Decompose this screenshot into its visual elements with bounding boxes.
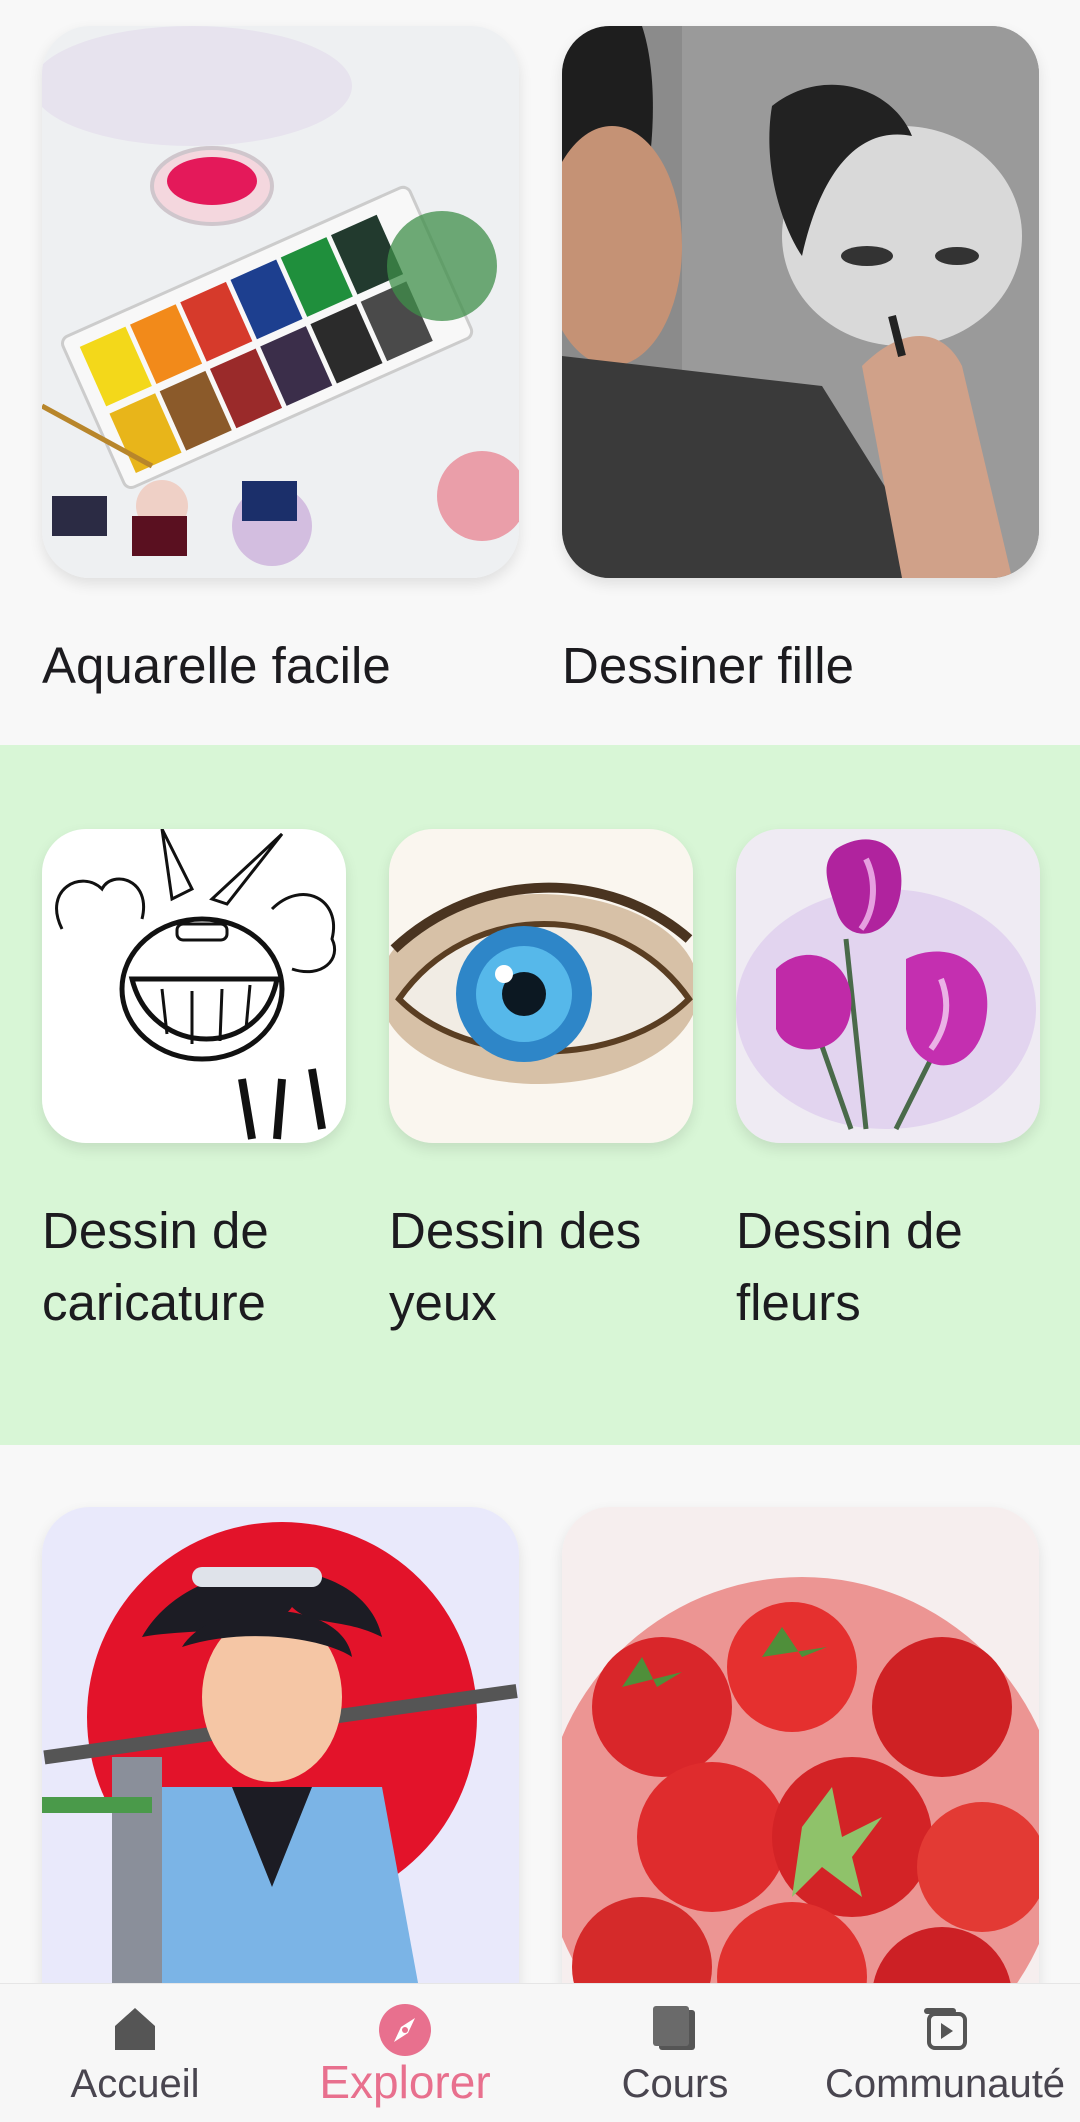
compass-icon [377, 2002, 433, 2063]
eye-card-image[interactable] [389, 829, 693, 1143]
video-icon [919, 2002, 971, 2059]
card-label-caricature-line2: caricature [42, 1274, 266, 1331]
portrait-card-image[interactable] [562, 26, 1039, 578]
nav-item-courses[interactable]: Cours [540, 1984, 810, 2122]
nav-label-home: Accueil [70, 2062, 200, 2106]
card-label-flowers[interactable]: Dessin de fleurs [736, 1195, 963, 1339]
home-icon [109, 2002, 161, 2059]
card-label-eyes-line2: yeux [389, 1274, 497, 1331]
card-label-watercolor[interactable]: Aquarelle facile [42, 630, 391, 702]
nav-item-home[interactable]: Accueil [0, 1984, 270, 2122]
nav-label-explore: Explorer [319, 2056, 491, 2108]
nav-label-courses: Cours [621, 2062, 729, 2106]
flowers-card-image[interactable] [736, 829, 1040, 1143]
card-label-eyes-line1: Dessin des [389, 1202, 642, 1259]
card-label-eyes[interactable]: Dessin des yeux [389, 1195, 641, 1339]
card-label-flowers-line1: Dessin de [736, 1202, 963, 1259]
watercolor-card-image[interactable] [42, 26, 519, 578]
nav-item-explore[interactable]: Explorer [270, 1984, 540, 2122]
card-label-draw-girl[interactable]: Dessiner fille [562, 630, 854, 702]
nav-item-community[interactable]: Communauté [810, 1984, 1080, 2122]
nav-label-community: Communauté [824, 2062, 1066, 2106]
caricature-card-image[interactable] [42, 829, 346, 1143]
card-label-caricature[interactable]: Dessin de caricature [42, 1195, 269, 1339]
bottom-navigation-bar: Accueil Explorer Cours Communauté [0, 1983, 1080, 2122]
book-icon [649, 2002, 701, 2059]
samurai-card-image[interactable] [42, 1507, 519, 2059]
card-label-flowers-line2: fleurs [736, 1274, 861, 1331]
card-label-caricature-line1: Dessin de [42, 1202, 269, 1259]
strawberries-card-image[interactable] [562, 1507, 1039, 2059]
